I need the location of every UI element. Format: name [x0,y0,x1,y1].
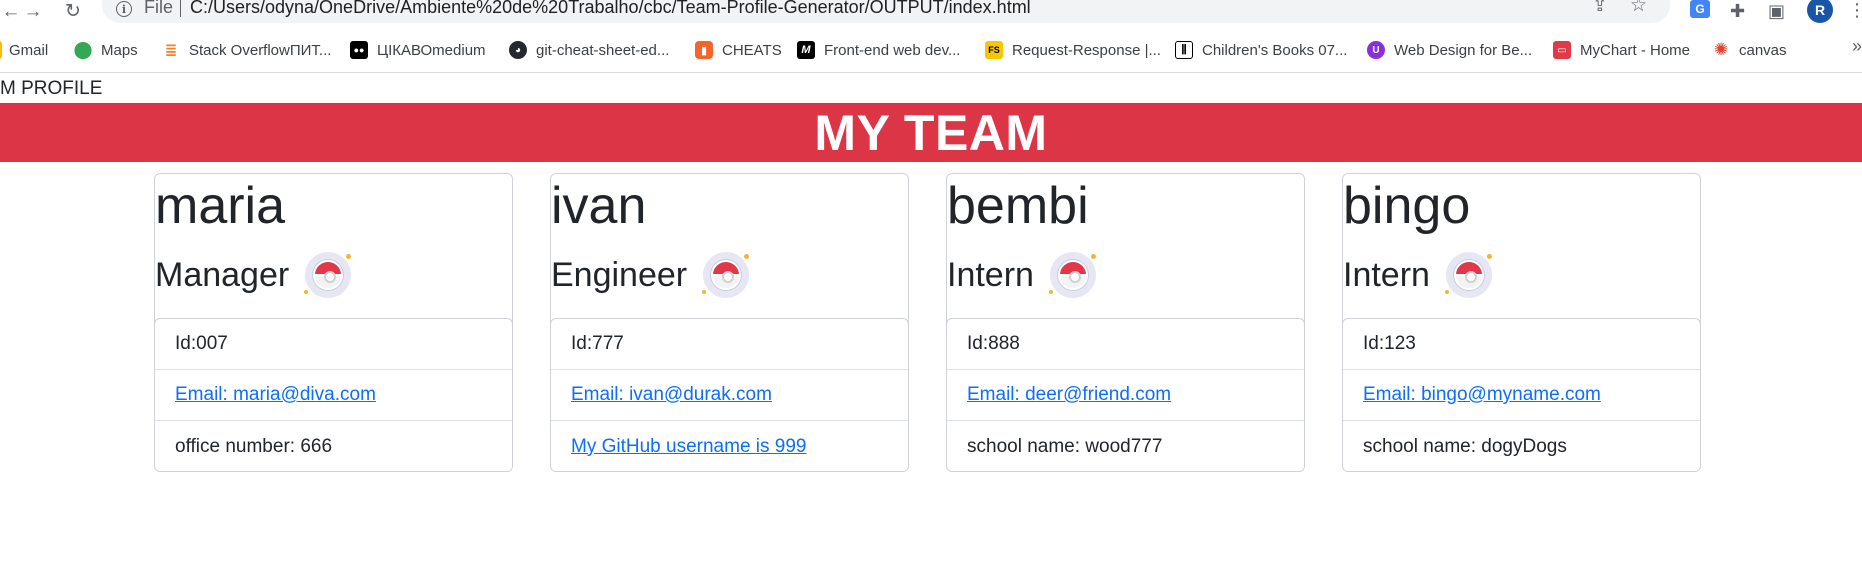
bookmark-git-cheat-sheet[interactable]: ◕ git-cheat-sheet-ed... [509,32,669,68]
member-name: ivan [551,177,647,235]
site-info-icon[interactable]: i [116,1,132,17]
mychart-icon: ▭ [1553,41,1571,59]
role-label: Manager [155,255,290,294]
member-email-row: Email: ivan@durak.com [551,370,908,421]
extensions-icon[interactable]: ✚ [1730,0,1745,22]
member-email-row: Email: deer@friend.com [947,370,1304,421]
team-member-card: bembi Intern Id:888 Email: deer@friend.c… [946,173,1305,472]
bookmark-medium[interactable]: ●● ЦІКАВОmedium [350,32,486,68]
github-icon: ◕ [509,41,527,59]
canvas-icon: ✺ [1713,40,1729,59]
bookmark-label: Front-end web dev... [824,41,961,59]
url-text[interactable]: C:/Users/odyna/OneDrive/Ambiente%20de%20… [190,0,1031,18]
github-link[interactable]: My GitHub username is 999 [571,436,807,458]
email-link[interactable]: Email: maria@diva.com [175,384,376,406]
office-number: office number: 666 [175,435,333,457]
bookmark-label: Gmail [9,41,49,59]
bookmark-front-end[interactable]: M Front-end web dev... [797,32,960,68]
bookmark-star-icon[interactable]: ☆ [1630,0,1647,17]
bookmark-label: Children's Books 07... [1202,41,1348,59]
address-bar[interactable]: i File C:/Users/odyna/OneDrive/Ambiente%… [102,0,1670,23]
member-name: bingo [1343,177,1471,235]
member-id: Id:888 [947,319,1304,370]
team-member-card: maria Manager Id:007 Email: maria@diva.c… [154,173,513,472]
bookmark-label: MyChart - Home [1580,41,1691,59]
bookmark-maps[interactable]: ⬤ Maps [73,32,138,68]
member-name: bembi [947,177,1089,235]
team-member-card: bingo Intern Id:123 Email: bingo@myname.… [1342,173,1701,472]
request-response-icon: FS [985,41,1003,59]
bookmark-childrens-books[interactable]: ⫼ Children's Books 07... [1175,32,1347,68]
bookmark-web-design[interactable]: U Web Design for Be... [1367,32,1532,68]
side-panel-icon[interactable]: ▣ [1768,0,1785,22]
bookmark-label: Maps [101,41,138,59]
role-label: Engineer [551,255,688,294]
bookmark-label: Request-Response |... [1012,41,1161,59]
frontend-icon: M [797,41,815,59]
bookmark-label: Web Design for Be... [1394,41,1533,59]
role-label: Intern [1343,255,1430,294]
member-email-row: Email: bingo@myname.com [1343,370,1700,421]
share-icon[interactable]: ⇪ [1592,0,1608,17]
member-role: Intern [1343,252,1492,298]
member-details-list: Id:123 Email: bingo@myname.com school na… [1343,318,1700,471]
gmail-icon [0,41,2,59]
cheats-icon: ▮ [695,41,713,59]
bookmarks-overflow-icon[interactable]: » [1852,36,1862,57]
url-scheme-label: File [144,0,174,17]
bookmark-label: Stack OverflowПИТ... [189,41,332,59]
team-banner: MY TEAM [0,103,1862,162]
member-id: Id:123 [1343,319,1700,370]
team-member-card: ivan Engineer Id:777 Email: ivan@durak.c… [550,173,909,472]
bookmark-label: git-cheat-sheet-ed... [536,41,670,59]
member-role: Engineer [551,252,750,298]
chrome-divider [0,72,1862,73]
role-label: Intern [947,255,1034,294]
member-details-list: Id:007 Email: maria@diva.com office numb… [155,318,512,471]
member-role: Intern [947,252,1096,298]
member-id: Id:007 [155,319,512,370]
bookmark-stack-overflow[interactable]: ≣ Stack OverflowПИТ... [162,32,332,68]
reload-icon[interactable]: ↻ [62,0,84,22]
bookmark-label: CHEATS [722,41,782,59]
medium-icon: ●● [350,41,368,59]
github-row: My GitHub username is 999 [551,421,908,471]
bookmark-label: canvas [1739,41,1787,59]
pokeball-icon [1444,252,1492,298]
member-details-list: Id:777 Email: ivan@durak.com My GitHub u… [551,318,908,471]
school-name: school name: wood777 [967,435,1163,457]
bookmark-mychart[interactable]: ▭ MyChart - Home [1553,32,1690,68]
menu-more-icon[interactable]: ⋮ [1848,0,1862,21]
member-name: maria [155,177,286,235]
email-link[interactable]: Email: ivan@durak.com [571,384,772,406]
member-role: Manager [155,252,352,298]
pokeball-icon [702,252,750,298]
member-id: Id:777 [551,319,908,370]
email-link[interactable]: Email: deer@friend.com [967,384,1171,406]
school-name: school name: dogyDogs [1363,435,1567,457]
bookmark-request-response[interactable]: FS Request-Response |... [985,32,1161,68]
url-separator [180,0,181,17]
email-link[interactable]: Email: bingo@myname.com [1363,384,1601,406]
browser-toolbar: ← → ↻ i File C:/Users/odyna/OneDrive/Amb… [0,0,1862,26]
banner-title: MY TEAM [814,104,1048,161]
pokeball-icon [1048,252,1096,298]
stackoverflow-icon: ≣ [164,42,178,59]
bookmark-cheats[interactable]: ▮ CHEATS [695,32,782,68]
bookmark-gmail[interactable]: Gmail [0,32,48,68]
maps-icon: ⬤ [73,40,93,59]
webdesign-icon: U [1367,41,1385,59]
page-heading: M PROFILE [0,78,103,99]
google-translate-icon[interactable]: G [1690,0,1710,18]
forward-icon[interactable]: → [22,0,44,22]
member-email-row: Email: maria@diva.com [155,370,512,421]
member-details-list: Id:888 Email: deer@friend.com school nam… [947,318,1304,471]
pokeball-icon [304,252,352,298]
bookmarks-bar: Gmail ⬤ Maps ≣ Stack OverflowПИТ... ●● Ц… [0,32,1862,68]
bookmark-canvas[interactable]: ✺ canvas [1712,32,1787,68]
library-icon: ⫼ [1175,41,1193,59]
profile-avatar[interactable]: R [1807,0,1833,23]
back-icon[interactable]: ← [0,0,22,22]
bookmark-label: ЦІКАВОmedium [377,41,486,59]
